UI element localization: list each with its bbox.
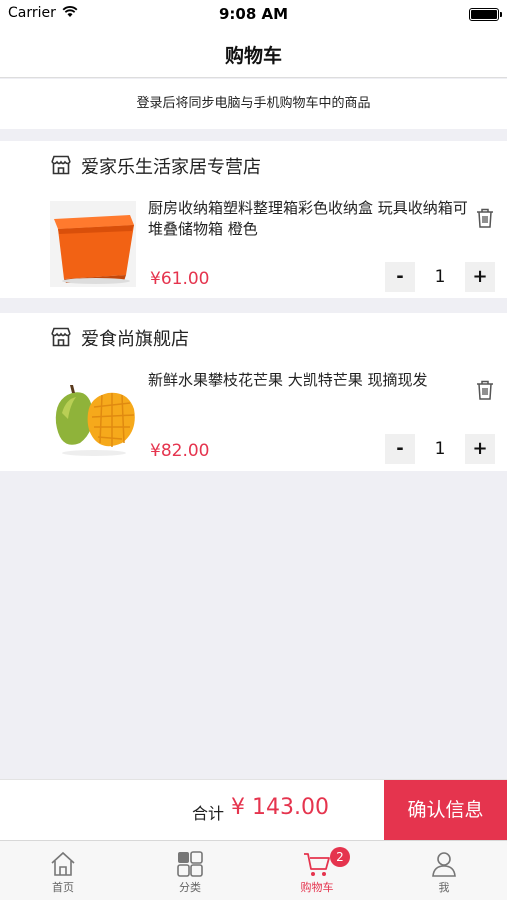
- page-title: 购物车: [224, 45, 282, 67]
- tab-home[interactable]: 首页: [0, 841, 126, 900]
- quantity-value[interactable]: 1: [415, 434, 465, 464]
- confirm-button[interactable]: 确认信息: [384, 780, 507, 841]
- tab-cart[interactable]: 2 购物车: [254, 841, 380, 900]
- quantity-increase-button[interactable]: +: [465, 262, 495, 292]
- tab-bar: 首页 分类 2 购物车 我: [0, 840, 507, 900]
- total-label: 合计: [192, 804, 225, 823]
- login-sync-tip[interactable]: 登录后将同步电脑与手机购物车中的商品: [0, 79, 507, 129]
- battery-icon: [469, 8, 502, 21]
- user-icon: [432, 852, 456, 877]
- tab-label: 购物车: [300, 881, 334, 894]
- nav-bar: 购物车: [0, 28, 507, 78]
- product-price: ¥82.00: [150, 441, 210, 461]
- status-bar: Carrier 9:08 AM: [0, 0, 507, 28]
- store-name: 爱家乐生活家居专营店: [81, 157, 261, 178]
- product-title[interactable]: 厨房收纳箱塑料整理箱彩色收纳盒 玩具收纳箱可堆叠储物箱 橙色: [148, 198, 473, 240]
- tab-label: 首页: [52, 881, 74, 894]
- quantity-decrease-button[interactable]: -: [385, 262, 415, 292]
- tab-label: 分类: [179, 881, 201, 894]
- cart-count-badge: 2: [330, 847, 350, 867]
- shop-icon: [51, 327, 71, 347]
- checkout-bar: 合计 ¥ 143.00 确认信息: [0, 779, 507, 841]
- quantity-value[interactable]: 1: [415, 262, 465, 292]
- quantity-stepper: - 1 +: [385, 262, 495, 292]
- product-price: ¥61.00: [150, 269, 210, 289]
- tab-label: 我: [438, 881, 450, 894]
- tab-category[interactable]: 分类: [127, 841, 253, 900]
- grid-icon: [177, 851, 203, 877]
- total-amount: ¥ 143.00: [231, 795, 329, 820]
- shop-icon: [51, 155, 71, 175]
- product-title[interactable]: 新鲜水果攀枝花芒果 大凯特芒果 现摘现发: [148, 370, 473, 391]
- store-card: 爱家乐生活家居专营店 厨房收纳箱塑料整理箱彩色收纳盒 玩具收纳箱可堆叠储物箱 橙…: [0, 141, 507, 298]
- clock: 9:08 AM: [218, 5, 289, 23]
- trash-icon[interactable]: [475, 379, 495, 401]
- trash-icon[interactable]: [475, 207, 495, 229]
- home-icon: [51, 851, 75, 876]
- quantity-stepper: - 1 +: [385, 434, 495, 464]
- tab-me[interactable]: 我: [381, 841, 507, 900]
- product-image-mango[interactable]: [50, 373, 136, 459]
- cart-icon: [304, 853, 330, 876]
- product-image-storage-box[interactable]: [50, 201, 136, 287]
- quantity-increase-button[interactable]: +: [465, 434, 495, 464]
- store-name: 爱食尚旗舰店: [81, 329, 189, 350]
- store-card: 爱食尚旗舰店 新鲜水果攀枝花芒果 大凯特芒果 现摘现发 ¥82.00 - 1 +: [0, 313, 507, 471]
- quantity-decrease-button[interactable]: -: [385, 434, 415, 464]
